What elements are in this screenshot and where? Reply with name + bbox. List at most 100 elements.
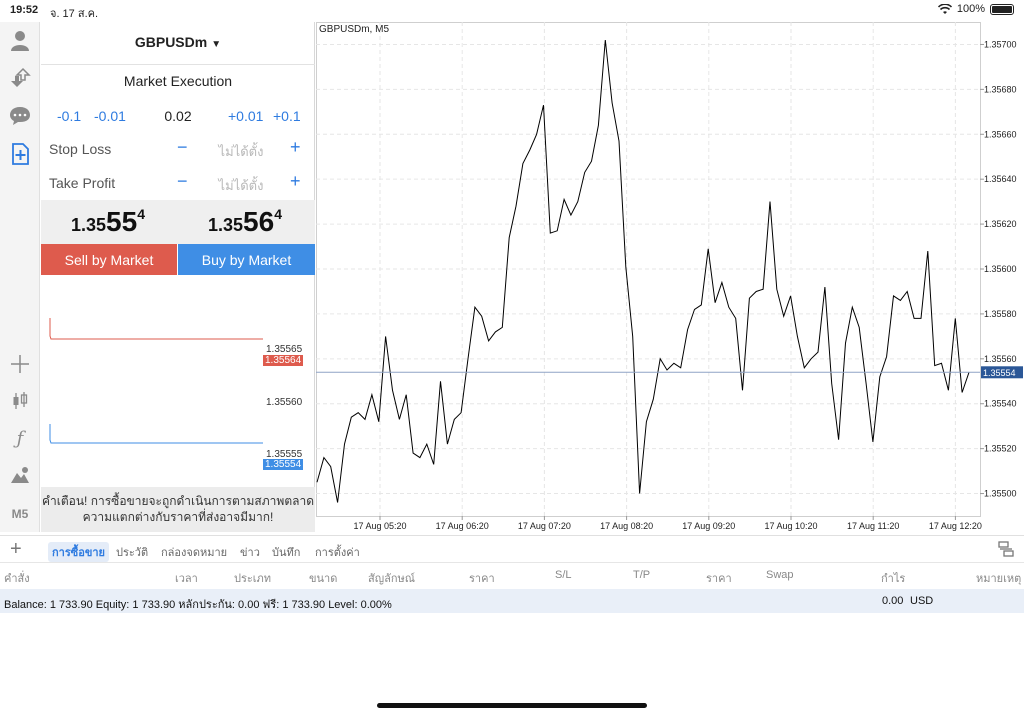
caret-down-icon: ▼ [211,39,222,50]
ask-prefix: 1.35 [208,215,244,235]
y-tick-label: 1.35620 [984,219,1017,229]
col-tp[interactable]: T/P [633,569,650,581]
take-profit-value[interactable]: ไม่ได้ตั้ง [213,175,269,196]
tab-settings[interactable]: การตั้งค่า [311,542,364,562]
tab-news[interactable]: ข่าว [236,542,264,562]
stop-loss-minus-button[interactable]: − [177,137,188,158]
timeframe-button[interactable]: M5 [8,502,32,526]
quote-box: 1.35554 1.35564 [41,200,315,244]
bid-big-digits: 55 [106,206,138,237]
status-date: จ. 17 ส.ค. [50,8,99,20]
crosshair-icon[interactable] [8,352,32,376]
objects-shapes-icon[interactable] [8,463,32,487]
col-symbol[interactable]: สัญลักษณ์ [368,569,415,587]
x-tick-label: 17 Aug 06:20 [436,521,489,531]
status-time: 19:52 [10,4,39,16]
x-tick-label: 17 Aug 12:20 [929,521,982,531]
battery-icon [990,3,1014,15]
tab-history[interactable]: ประวัติ [112,542,152,562]
tab-journal[interactable]: บันทึก [268,542,304,562]
wifi-icon [937,3,952,14]
col-size[interactable]: ขนาด [309,569,337,587]
battery-percent: 100% [956,3,985,15]
stop-loss-value[interactable]: ไม่ได้ตั้ง [213,141,269,162]
app-root: 19:52 จ. 17 ส.ค. 100% ƒ M5 GBPUSDm ▼ Mar… [0,0,1024,715]
left-toolbar: ƒ M5 [0,22,40,532]
volume-minus-0.01-button[interactable]: -0.01 [94,108,126,124]
price-series-line [316,39,970,503]
y-tick-label: 1.35540 [984,399,1017,409]
col-comment[interactable]: หมายเหตุ [976,569,1021,587]
x-tick-label: 17 Aug 10:20 [764,521,817,531]
divider [41,64,315,65]
tick-bid-tag: 1.35554 [263,459,304,470]
balance-summary: Balance: 1 733.90 Equity: 1 733.90 หลักป… [4,599,392,611]
table-header: คำสั่ง เวลา ประเภท ขนาด สัญลักษณ์ ราคา S… [0,563,1024,589]
col-time[interactable]: เวลา [175,569,198,587]
ask-pipette: 4 [274,206,282,222]
chart-title: GBPUSDm, M5 [319,24,390,35]
y-tick-label: 1.35600 [984,264,1017,274]
tick-chart-svg [49,318,263,444]
trade-arrows-icon[interactable] [8,66,32,90]
candlestick-icon[interactable] [8,389,32,413]
col-price[interactable]: ราคา [469,569,495,587]
col-swap[interactable]: Swap [766,569,794,581]
x-tick-label: 17 Aug 08:20 [600,521,653,531]
balance-profit: 0.00 [882,595,904,607]
x-tick-label: 17 Aug 09:20 [682,521,735,531]
bottom-tabs: + การซื้อขาย ประวัติ กล่องจดหมาย ข่าว บั… [0,535,1024,563]
sell-by-market-button[interactable]: Sell by Market [41,244,177,275]
home-indicator [377,703,647,708]
y-tick-label: 1.35500 [984,489,1017,499]
volume-minus-0.1-button[interactable]: -0.1 [57,108,81,124]
tab-mailbox[interactable]: กล่องจดหมาย [157,542,231,562]
stop-loss-plus-button[interactable]: + [290,137,301,158]
ask-price: 1.35564 [208,206,282,238]
volume-plus-0.01-button[interactable]: +0.01 [228,108,263,124]
warning-text: คำเตือน! การซื้อขายจะถูกดำเนินการตามสภาพ… [41,487,315,532]
y-tick-label: 1.35680 [984,84,1017,94]
status-bar: 19:52 จ. 17 ส.ค. 100% [0,0,1024,22]
balance-row: Balance: 1 733.90 Equity: 1 733.90 หลักป… [0,589,1024,613]
current-price-label: 1.35554 [983,368,1016,378]
tab-trade[interactable]: การซื้อขาย [48,542,109,562]
symbol-selector[interactable]: GBPUSDm ▼ [41,34,315,50]
take-profit-minus-button[interactable]: − [177,171,188,192]
balance-currency: USD [910,595,934,607]
ask-tick-line [49,318,263,340]
buy-by-market-button[interactable]: Buy by Market [178,244,315,275]
indicator-function-icon[interactable]: ƒ [8,426,32,450]
order-panel: GBPUSDm ▼ Market Execution -0.1 -0.01 0.0… [41,22,315,532]
account-icon[interactable] [8,28,32,52]
y-tick-label: 1.35560 [984,354,1017,364]
y-tick-label: 1.35660 [984,129,1017,139]
symbol-name: GBPUSDm [134,34,208,50]
price-chart-svg[interactable]: 1.35500 1.35520 1.35540 1.35560 1.35580 1.356… [316,22,1024,534]
take-profit-plus-button[interactable]: + [290,171,301,192]
x-tick-label: 17 Aug 11:20 [847,521,899,531]
execution-type[interactable]: Market Execution [41,73,315,89]
tick-mid-label: 1.35560 [266,397,303,408]
chat-icon[interactable] [8,104,32,128]
col-type[interactable]: ประเภท [234,569,271,587]
price-chart[interactable]: 1.35500 1.35520 1.35540 1.35560 1.35580 1.356… [316,22,1024,534]
x-tick-label: 17 Aug 05:20 [353,521,406,531]
bid-price: 1.35554 [71,206,145,238]
tick-chart: 1.35565 1.35564 1.35560 1.35555 1.35554 [41,314,315,470]
ask-big-digits: 56 [243,206,275,237]
volume-value[interactable]: 0.02 [153,108,203,124]
y-tick-label: 1.35520 [984,444,1017,454]
col-current-price[interactable]: ราคา [706,569,732,587]
col-order[interactable]: คำสั่ง [4,569,30,587]
new-order-icon[interactable] [8,142,32,166]
col-sl[interactable]: S/L [555,569,572,581]
take-profit-label: Take Profit [49,175,116,191]
bid-pipette: 4 [137,206,145,222]
y-tick-label: 1.35700 [984,39,1017,49]
volume-plus-0.1-button[interactable]: +0.1 [273,108,301,124]
add-icon[interactable]: + [10,538,22,561]
layout-toggle-icon[interactable] [998,541,1014,557]
tick-ask-top-label: 1.35565 [266,344,303,355]
col-profit[interactable]: กำไร [881,569,905,587]
